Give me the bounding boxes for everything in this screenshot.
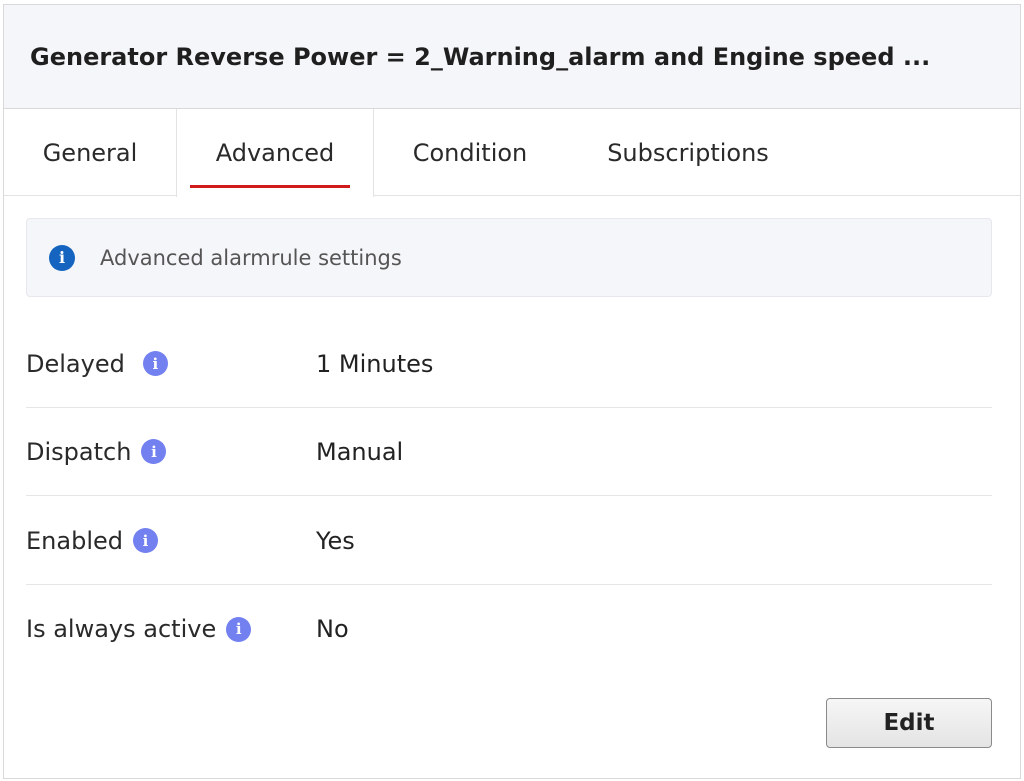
info-icon[interactable]: i <box>142 351 168 376</box>
info-icon[interactable]: i <box>141 439 167 464</box>
setting-row-enabled: Enabled i Yes <box>26 497 992 585</box>
setting-label-always-active: Is always active <box>26 615 217 643</box>
tab-condition[interactable]: Condition <box>374 109 566 196</box>
info-icon[interactable]: i <box>226 616 252 642</box>
setting-value-dispatch: Manual <box>316 437 404 466</box>
setting-label-delayed: Delayed <box>26 349 125 378</box>
active-tab-indicator <box>190 185 350 188</box>
setting-row-always-active: Is always active i No <box>26 585 992 673</box>
setting-row-delayed: Delayed i 1 Minutes <box>26 320 992 408</box>
info-icon: i <box>49 244 75 271</box>
setting-label-enabled: Enabled <box>26 526 123 555</box>
setting-row-dispatch: Dispatch i Manual <box>26 408 992 496</box>
setting-value-delayed: 1 Minutes <box>316 349 434 378</box>
tab-bar: General Advanced Condition Subscriptions <box>4 109 1020 197</box>
edit-button[interactable]: Edit <box>826 698 992 748</box>
panel-header: Generator Reverse Power = 2_Warning_alar… <box>4 5 1020 109</box>
setting-value-always-active: No <box>316 615 349 643</box>
tab-general[interactable]: General <box>4 109 176 196</box>
info-icon[interactable]: i <box>132 528 158 553</box>
setting-label-dispatch: Dispatch <box>26 437 132 466</box>
info-banner-text: Advanced alarmrule settings <box>100 245 402 270</box>
page-title: Generator Reverse Power = 2_Warning_alar… <box>30 42 931 71</box>
info-banner: i Advanced alarmrule settings <box>26 218 992 297</box>
tab-subscriptions[interactable]: Subscriptions <box>566 109 810 196</box>
setting-value-enabled: Yes <box>316 526 355 555</box>
tab-advanced[interactable]: Advanced <box>176 109 374 197</box>
